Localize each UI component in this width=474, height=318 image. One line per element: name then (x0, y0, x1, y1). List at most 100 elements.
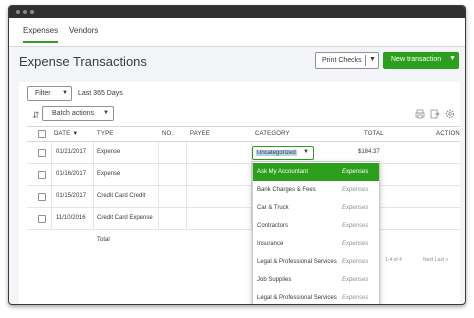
filter-button[interactable]: Filter ▼ (27, 86, 72, 101)
column-no[interactable]: NO. (162, 131, 173, 137)
chevron-down-icon: ▼ (449, 55, 456, 62)
table-row[interactable]: 01/15/2017 Credit Card Credit (27, 186, 460, 208)
date-range-label: Last 365 Days (78, 90, 123, 97)
column-divider (93, 208, 94, 230)
dropdown-item[interactable]: Car & Truck Expenses (253, 199, 379, 217)
dropdown-item-name: Bank Charges & Fees (257, 187, 316, 193)
column-divider (186, 142, 187, 164)
column-date[interactable]: DATE ▼ (54, 131, 78, 137)
row-checkbox[interactable] (38, 171, 46, 179)
dropdown-item-type: Expenses (342, 223, 369, 229)
column-divider (51, 186, 52, 208)
row-date: 11/10/2016 (56, 215, 86, 221)
batch-actions-label: Batch actions (52, 110, 95, 117)
column-divider (158, 186, 159, 208)
column-divider (93, 164, 94, 186)
window-minimize-dot[interactable] (23, 10, 27, 14)
column-divider (51, 164, 52, 186)
column-divider (186, 208, 187, 230)
row-date: 01/15/2017 (56, 193, 87, 199)
column-type[interactable]: TYPE (97, 131, 113, 137)
dropdown-item-type: Expenses (342, 295, 369, 301)
dropdown-item[interactable]: Job Supplies Expenses (253, 271, 379, 289)
table-row[interactable]: 01/21/2017 Expense $184.37 (27, 142, 460, 164)
dropdown-item-name: Legal & Professional Services (257, 295, 337, 301)
category-select[interactable]: Uncategorized ▼ (252, 146, 314, 160)
window-titlebar (9, 6, 465, 18)
table-row[interactable]: 11/10/2016 Credit Card Expense (27, 208, 460, 230)
table-header: DATE ▼ TYPE NO. PAYEE CATEGORY TOTAL ACT… (27, 126, 460, 142)
select-all-checkbox[interactable] (38, 130, 46, 138)
dropdown-item-name: Insurance (257, 241, 284, 247)
dropdown-item-name: Car & Truck (257, 205, 289, 211)
table-total-row: Total (27, 230, 460, 252)
column-divider (51, 142, 52, 164)
dropdown-item[interactable]: Legal & Professional Services Expenses (253, 289, 379, 304)
transactions-panel: Filter ▼ Last 365 Days ⇵ Batch actions ▼… (19, 82, 460, 304)
column-category[interactable]: CATEGORY (255, 131, 290, 137)
row-type: Credit Card Credit (97, 193, 146, 199)
dropdown-item-type: Expenses (342, 169, 369, 175)
row-type: Credit Card Expense (97, 215, 153, 221)
chevron-down-icon: ▼ (103, 110, 109, 116)
row-total: $184.37 (358, 149, 380, 155)
pager-range: 1-4 of 4 (385, 257, 402, 263)
column-divider (158, 208, 159, 230)
category-dropdown: Ask My Accountant Expenses Bank Charges … (252, 161, 380, 304)
export-icon[interactable] (430, 109, 440, 119)
filter-label: Filter (35, 90, 51, 97)
table-row[interactable]: 01/16/2017 Expense (27, 164, 460, 186)
dropdown-item-name: Legal & Professional Services (257, 259, 337, 265)
column-action: ACTION (436, 131, 460, 137)
window-close-dot[interactable] (16, 10, 20, 14)
row-date: 01/21/2017 (56, 149, 87, 155)
dropdown-item-name: Ask My Accountant (257, 169, 309, 175)
column-divider (93, 186, 94, 208)
row-checkbox[interactable] (38, 215, 46, 223)
batch-actions-button[interactable]: Batch actions ▼ (42, 106, 114, 121)
dropdown-item-type: Expenses (342, 259, 369, 265)
dropdown-item[interactable]: Contractors Expenses (253, 217, 379, 235)
column-divider (51, 208, 52, 230)
dropdown-item-name: Contractors (257, 223, 289, 229)
chevron-down-icon: ▼ (62, 90, 68, 96)
chevron-down-icon[interactable]: ▼ (303, 149, 309, 155)
tab-expenses[interactable]: Expenses (23, 26, 59, 43)
column-divider (158, 142, 159, 164)
category-select-value: Uncategorized (256, 150, 297, 156)
print-checks-button[interactable]: Print Checks ▼ (315, 52, 379, 69)
new-transaction-label: New transaction (391, 56, 442, 63)
button-divider (365, 55, 366, 66)
tabs-bar: Expenses Vendors (9, 18, 465, 47)
app-window: Expenses Vendors Expense Transactions Pr… (8, 5, 466, 305)
dropdown-item-type: Expenses (342, 241, 369, 247)
dropdown-item[interactable]: Ask My Accountant Expenses (253, 163, 379, 181)
dropdown-item-type: Expenses (342, 277, 369, 283)
tab-vendors[interactable]: Vendors (69, 26, 98, 41)
column-divider (158, 164, 159, 186)
dropdown-item[interactable]: Bank Charges & Fees Expenses (253, 181, 379, 199)
dropdown-item[interactable]: Legal & Professional Services Expenses (253, 253, 379, 271)
row-type: Expense (97, 149, 121, 155)
total-label: Total (97, 237, 110, 243)
chevron-down-icon[interactable]: ▼ (369, 56, 376, 63)
row-checkbox[interactable] (38, 149, 46, 157)
print-checks-label: Print Checks (322, 57, 362, 64)
column-total[interactable]: TOTAL (364, 131, 384, 137)
column-payee[interactable]: PAYEE (190, 131, 210, 137)
new-transaction-button[interactable]: New transaction ▼ (383, 52, 459, 69)
column-divider (186, 164, 187, 186)
pager-next[interactable]: Next Last » (423, 257, 448, 263)
row-type: Expense (97, 171, 121, 177)
dropdown-item[interactable]: Insurance Expenses (253, 235, 379, 253)
gear-icon[interactable] (445, 109, 455, 119)
print-icon[interactable] (415, 109, 425, 119)
window-maximize-dot[interactable] (30, 10, 34, 14)
row-date: 01/16/2017 (56, 171, 87, 177)
dropdown-item-type: Expenses (342, 187, 369, 193)
dropdown-item-name: Job Supplies (257, 277, 292, 283)
dropdown-item-type: Expenses (342, 205, 369, 211)
page-title: Expense Transactions (19, 54, 147, 69)
sort-icon[interactable]: ⇵ (32, 110, 40, 121)
row-checkbox[interactable] (38, 193, 46, 201)
